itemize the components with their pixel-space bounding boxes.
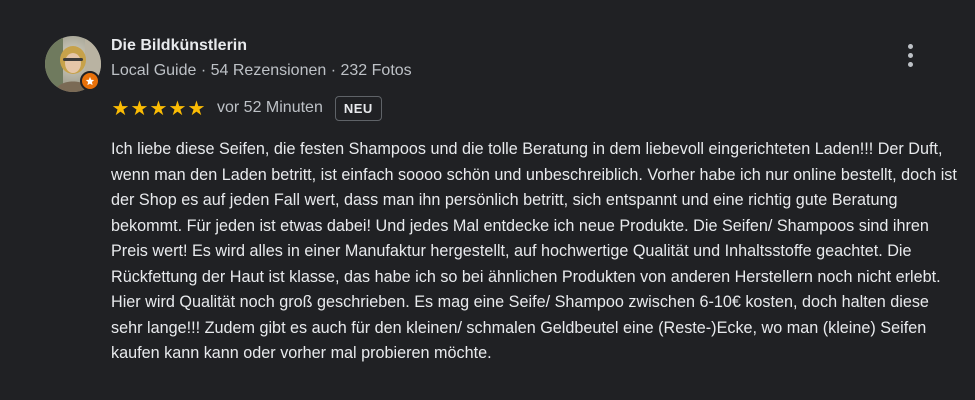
- local-guide-label: Local Guide: [111, 62, 197, 79]
- review-card: Die Bildkünstlerin Local Guide · 54 Reze…: [0, 0, 975, 400]
- photo-count: 232 Fotos: [340, 62, 412, 79]
- author-meta: Local Guide · 54 Rezensionen · 232 Fotos: [111, 62, 412, 80]
- review-text: Ich liebe diese Seifen, die festen Shamp…: [111, 140, 957, 362]
- star-icon: ★: [187, 96, 206, 120]
- rating-row: ★ ★ ★ ★ ★ vor 52 Minuten NEU: [111, 93, 382, 123]
- new-badge: NEU: [334, 95, 382, 121]
- local-guide-star-icon: [80, 71, 100, 91]
- star-rating: ★ ★ ★ ★ ★: [111, 98, 206, 118]
- more-options-button[interactable]: [898, 40, 922, 70]
- meta-separator: ·: [200, 62, 207, 79]
- star-icon: ★: [168, 96, 187, 120]
- star-icon: ★: [149, 96, 168, 120]
- author-avatar-link[interactable]: [45, 36, 101, 92]
- review-time: vor 52 Minuten: [217, 99, 323, 116]
- author-name[interactable]: Die Bildkünstlerin: [111, 37, 247, 55]
- review-count: 54 Rezensionen: [210, 62, 327, 79]
- star-icon: ★: [111, 96, 130, 120]
- meta-separator: ·: [330, 62, 337, 79]
- more-vertical-icon: [907, 43, 913, 49]
- star-icon: ★: [130, 96, 149, 120]
